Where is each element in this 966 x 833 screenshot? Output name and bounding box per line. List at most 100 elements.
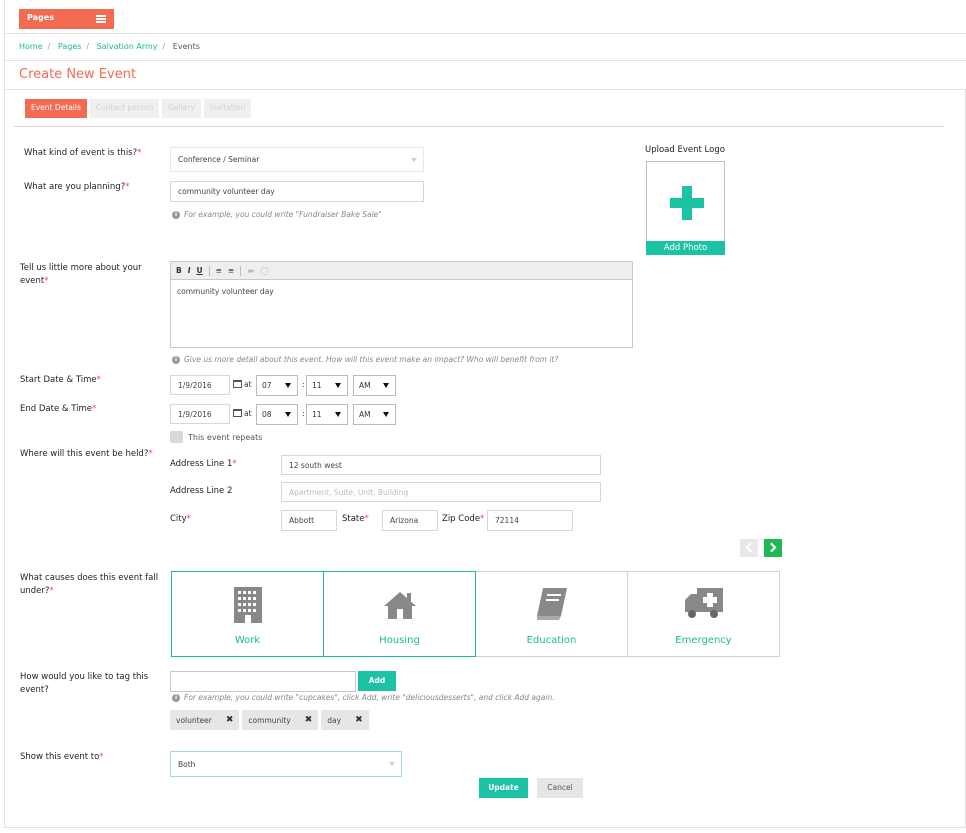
bold-button[interactable]: B bbox=[176, 266, 182, 275]
cause-work[interactable]: Work bbox=[171, 571, 324, 657]
next-causes-button[interactable] bbox=[764, 539, 782, 557]
end-minute-select[interactable]: 11 bbox=[306, 404, 348, 425]
breadcrumb: Home / Pages / Salvation Army / Events bbox=[19, 42, 200, 51]
remove-tag-icon[interactable]: ✖ bbox=[355, 715, 363, 725]
dropdown-arrow-icon bbox=[383, 412, 389, 417]
dropdown-arrow-icon bbox=[335, 383, 341, 388]
zip-label: Zip Code* bbox=[442, 514, 485, 524]
start-colon: : bbox=[302, 380, 305, 389]
causes-grid: Work Housing Education Emergency bbox=[171, 571, 783, 657]
start-hour-select[interactable]: 07 bbox=[256, 375, 298, 396]
breadcrumb-events: Events bbox=[172, 42, 200, 51]
add-tag-button[interactable]: Add bbox=[358, 671, 396, 691]
state-input[interactable]: Arizona bbox=[382, 510, 438, 531]
book-icon bbox=[536, 588, 567, 620]
upload-logo-title: Upload Event Logo bbox=[645, 145, 725, 155]
underline-button[interactable]: U bbox=[197, 266, 203, 275]
end-hour-select[interactable]: 08 bbox=[256, 404, 298, 425]
address2-label: Address Line 2 bbox=[170, 486, 233, 496]
cause-emergency-label: Emergency bbox=[675, 635, 732, 646]
ambulance-icon bbox=[684, 588, 723, 618]
update-button[interactable]: Update bbox=[479, 778, 528, 798]
bullet-list-icon[interactable]: ≡ bbox=[216, 266, 222, 275]
remove-tag-icon[interactable]: ✖ bbox=[305, 715, 313, 725]
start-date-input[interactable]: 1/9/2016 bbox=[170, 375, 230, 395]
cause-emergency[interactable]: Emergency bbox=[627, 571, 780, 657]
dropdown-arrow-icon bbox=[383, 383, 389, 388]
cause-housing-label: Housing bbox=[379, 635, 420, 646]
address1-label: Address Line 1* bbox=[170, 459, 237, 469]
city-input[interactable]: Abbott bbox=[281, 510, 337, 531]
repeats-label: This event repeats bbox=[188, 433, 263, 442]
tag-item: day ✖ bbox=[321, 710, 369, 730]
repeats-checkbox[interactable] bbox=[170, 431, 183, 443]
tag-list: volunteer ✖ community ✖ day ✖ bbox=[170, 710, 369, 730]
chevron-right-icon bbox=[766, 542, 777, 553]
tab-event-details[interactable]: Event Details bbox=[25, 99, 87, 118]
hamburger-icon bbox=[96, 15, 106, 23]
start-minute-select[interactable]: 11 bbox=[306, 375, 348, 396]
breadcrumb-pages[interactable]: Pages bbox=[58, 42, 82, 51]
address2-input[interactable]: Apartment, Suite, Unit, Building bbox=[281, 482, 601, 502]
unlink-icon[interactable]: ◯ bbox=[260, 266, 268, 275]
link-icon[interactable]: ▬ bbox=[247, 266, 254, 275]
end-at-text: at bbox=[244, 409, 252, 418]
planning-label: What are you planning?* bbox=[24, 182, 130, 192]
chevron-down-icon bbox=[411, 157, 417, 162]
event-kind-select[interactable]: Conference / Seminar bbox=[170, 147, 424, 172]
planning-hint: i For example, you could write "Fundraise… bbox=[172, 210, 382, 219]
numbered-list-icon[interactable]: ≡ bbox=[228, 266, 234, 275]
planning-value: community volunteer day bbox=[178, 187, 275, 196]
breadcrumb-home[interactable]: Home bbox=[19, 42, 43, 51]
house-icon bbox=[383, 592, 416, 619]
building-icon bbox=[233, 587, 262, 623]
cause-education[interactable]: Education bbox=[475, 571, 628, 657]
end-date-input[interactable]: 1/9/2016 bbox=[170, 404, 230, 424]
address1-input[interactable]: 12 south west bbox=[281, 455, 601, 475]
dropdown-arrow-icon bbox=[285, 412, 291, 417]
city-label: City* bbox=[170, 514, 191, 524]
tag-item: community ✖ bbox=[242, 710, 319, 730]
pages-menu-button[interactable]: Pages bbox=[19, 9, 114, 29]
tab-invitation[interactable]: Invitation bbox=[203, 99, 252, 118]
tag-item: volunteer ✖ bbox=[170, 710, 240, 730]
chevron-left-icon bbox=[745, 542, 756, 553]
cause-education-label: Education bbox=[526, 635, 577, 646]
zip-input[interactable]: 72114 bbox=[487, 510, 573, 531]
end-ampm-select[interactable]: AM bbox=[353, 404, 396, 425]
tab-contact-person[interactable]: Contact person bbox=[89, 99, 160, 118]
end-colon: : bbox=[302, 409, 305, 418]
tags-label: How would you like to tag this event? bbox=[20, 672, 149, 695]
breadcrumb-salvation-army[interactable]: Salvation Army bbox=[97, 42, 158, 51]
info-icon: i bbox=[172, 356, 180, 364]
add-photo-button[interactable]: Add Photo bbox=[646, 241, 725, 255]
dropdown-arrow-icon bbox=[285, 383, 291, 388]
calendar-icon[interactable] bbox=[233, 380, 242, 388]
state-label: State* bbox=[342, 514, 369, 524]
italic-button[interactable]: I bbox=[188, 266, 191, 275]
description-label: Tell us little more about your event* bbox=[20, 263, 142, 286]
tab-gallery[interactable]: Gallery bbox=[162, 99, 201, 118]
remove-tag-icon[interactable]: ✖ bbox=[226, 715, 234, 725]
start-ampm-select[interactable]: AM bbox=[353, 375, 396, 396]
tags-hint: i For example, you could write "cupcakes"… bbox=[172, 693, 555, 702]
planning-input[interactable]: community volunteer day bbox=[170, 181, 424, 202]
visibility-select[interactable]: Both bbox=[170, 751, 402, 777]
calendar-icon[interactable] bbox=[233, 409, 242, 417]
causes-label: What causes does this event fall under?* bbox=[20, 573, 159, 596]
visibility-value: Both bbox=[178, 759, 196, 769]
tag-input[interactable] bbox=[170, 671, 356, 692]
description-hint: i Give us more detail about this event. H… bbox=[172, 355, 558, 364]
cause-work-label: Work bbox=[234, 635, 261, 646]
end-date-label: End Date & Time* bbox=[20, 404, 97, 414]
cancel-button[interactable]: Cancel bbox=[537, 778, 583, 798]
page-title: Create New Event bbox=[19, 67, 137, 82]
cause-housing[interactable]: Housing bbox=[323, 571, 476, 657]
info-icon: i bbox=[172, 211, 180, 219]
location-label: Where will this event be held?* bbox=[20, 449, 153, 459]
form-tabs: Event Details Contact person Gallery Inv… bbox=[25, 99, 252, 118]
prev-causes-button[interactable] bbox=[740, 539, 758, 557]
description-editor[interactable]: B I U ≡ ≡ ▬ ◯ community volunteer day bbox=[170, 261, 633, 348]
event-kind-label: What kind of event is this?* bbox=[24, 148, 142, 158]
chevron-down-icon bbox=[389, 762, 395, 766]
